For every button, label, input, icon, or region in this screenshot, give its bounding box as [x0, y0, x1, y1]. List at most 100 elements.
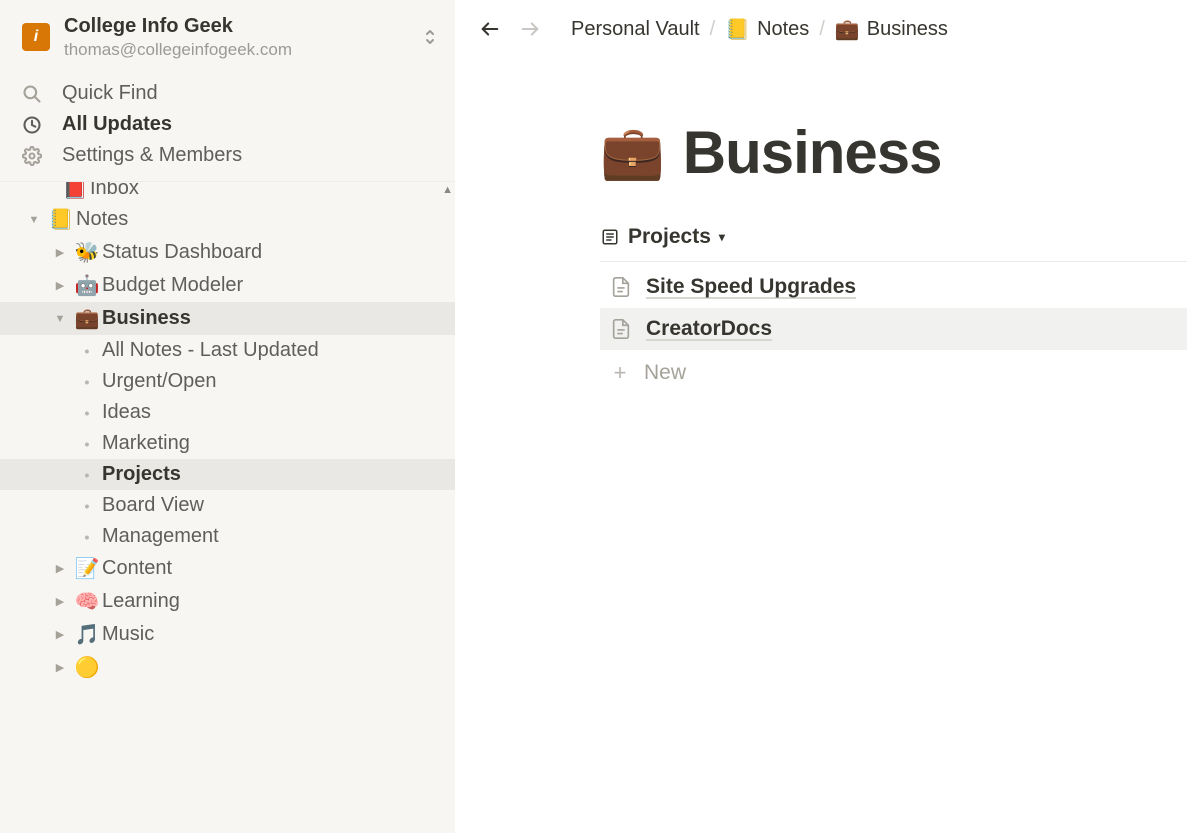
gear-icon — [22, 146, 50, 166]
workspace-email: thomas@collegeinfogeek.com — [64, 40, 423, 60]
learning-label: Learning — [102, 590, 180, 613]
quick-find-label: Quick Find — [62, 82, 158, 105]
crumb-business-label: Business — [867, 18, 948, 41]
chevron-right-icon[interactable]: ▶ — [48, 661, 72, 674]
chevron-right-icon[interactable]: ▶ — [48, 279, 72, 292]
budget-modeler-label: Budget Modeler — [102, 274, 243, 297]
all-updates-button[interactable]: All Updates — [0, 109, 455, 140]
crumb-personal-vault-label: Personal Vault — [571, 18, 700, 41]
breadcrumb-separator: / — [819, 18, 825, 41]
bullet-icon: • — [72, 343, 102, 359]
all-notes-label: All Notes - Last Updated — [102, 339, 319, 362]
crumb-notes[interactable]: 📒 Notes — [725, 17, 809, 42]
sidebar-item-urgent[interactable]: • Urgent/Open — [0, 366, 455, 397]
page-icon — [610, 276, 632, 298]
briefcase-icon: 💼 — [72, 306, 102, 331]
list-item-label: Site Speed Upgrades — [646, 275, 856, 299]
bee-icon: 🐝 — [72, 240, 102, 265]
marketing-label: Marketing — [102, 432, 190, 455]
crumb-business[interactable]: 💼 Business — [835, 17, 948, 42]
notes-icon: 📒 — [46, 207, 76, 232]
workspace-logo: i — [22, 23, 50, 51]
list-item-creator-docs[interactable]: CreatorDocs — [600, 308, 1187, 350]
sidebar-item-learning[interactable]: ▶ 🧠 Learning — [0, 585, 455, 618]
chevron-down-icon[interactable]: ▼ — [22, 214, 46, 226]
chevron-right-icon[interactable]: ▶ — [48, 595, 72, 608]
settings-button[interactable]: Settings & Members — [0, 140, 455, 171]
nav-forward-button[interactable] — [515, 14, 545, 44]
crumb-notes-label: Notes — [757, 18, 809, 41]
search-icon — [22, 84, 50, 104]
notes-icon: 📒 — [725, 17, 750, 42]
page-body: 💼 Business Projects ▾ Site Speed Upgrade… — [600, 58, 1187, 396]
urgent-label: Urgent/Open — [102, 370, 217, 393]
quick-find-button[interactable]: Quick Find — [0, 78, 455, 109]
sidebar-item-partial[interactable]: ▶ 🟡 — [0, 651, 455, 684]
clock-icon — [22, 115, 50, 135]
page-title-row: 💼 Business — [600, 118, 1187, 187]
sidebar-item-content[interactable]: ▶ 📝 Content — [0, 552, 455, 585]
sidebar-item-business[interactable]: ▼ 💼 Business — [0, 302, 455, 335]
chevron-right-icon[interactable]: ▶ — [48, 246, 72, 259]
briefcase-icon: 💼 — [835, 17, 860, 42]
sidebar-item-board-view[interactable]: • Board View — [0, 490, 455, 521]
sidebar: i College Info Geek thomas@collegeinfoge… — [0, 0, 455, 833]
expand-collapse-icon[interactable] — [423, 28, 437, 46]
bullet-icon: • — [72, 467, 102, 483]
new-label: New — [644, 361, 686, 385]
sidebar-item-management[interactable]: • Management — [0, 521, 455, 552]
scroll-up-arrow-icon: ▲ — [442, 184, 453, 196]
sidebar-item-inbox[interactable]: 📕 Inbox — [0, 182, 455, 203]
sidebar-item-all-notes[interactable]: • All Notes - Last Updated — [0, 335, 455, 366]
sidebar-item-music[interactable]: ▶ 🎵 Music — [0, 618, 455, 651]
sidebar-item-status-dashboard[interactable]: ▶ 🐝 Status Dashboard — [0, 236, 455, 269]
business-label: Business — [102, 307, 191, 330]
workspace-switcher[interactable]: i College Info Geek thomas@collegeinfoge… — [0, 0, 455, 74]
sidebar-item-notes[interactable]: ▼ 📒 Notes — [0, 203, 455, 236]
board-view-label: Board View — [102, 494, 204, 517]
music-label: Music — [102, 623, 154, 646]
workspace-info: College Info Geek thomas@collegeinfogeek… — [64, 14, 423, 60]
bullet-icon: • — [72, 405, 102, 421]
status-dashboard-label: Status Dashboard — [102, 241, 262, 264]
notes-label: Notes — [76, 208, 128, 231]
sidebar-item-projects[interactable]: • Projects — [0, 459, 455, 490]
brain-icon: 🧠 — [72, 589, 102, 614]
sidebar-item-marketing[interactable]: • Marketing — [0, 428, 455, 459]
sidebar-item-budget-modeler[interactable]: ▶ 🤖 Budget Modeler — [0, 269, 455, 302]
list-icon — [600, 227, 620, 247]
list-item-site-speed[interactable]: Site Speed Upgrades — [600, 266, 1187, 308]
chevron-right-icon[interactable]: ▶ — [48, 628, 72, 641]
projects-label: Projects — [102, 463, 181, 486]
view-label: Projects — [628, 225, 711, 249]
chevron-down-icon[interactable]: ▼ — [48, 313, 72, 325]
crumb-personal-vault[interactable]: Personal Vault — [571, 18, 700, 41]
chevron-down-icon: ▾ — [719, 230, 725, 244]
new-item-button[interactable]: + New — [600, 350, 1187, 396]
chevron-right-icon[interactable]: ▶ — [48, 562, 72, 575]
page-title[interactable]: Business — [683, 118, 942, 187]
all-updates-label: All Updates — [62, 113, 172, 136]
view-selector[interactable]: Projects ▾ — [600, 225, 1187, 262]
music-icon: 🎵 — [72, 622, 102, 647]
bullet-icon: • — [72, 436, 102, 452]
content-label: Content — [102, 557, 172, 580]
ideas-label: Ideas — [102, 401, 151, 424]
top-nav: Quick Find All Updates Settings & Member… — [0, 74, 455, 182]
breadcrumb: Personal Vault / 📒 Notes / 💼 Business — [455, 0, 1187, 58]
breadcrumb-separator: / — [710, 18, 716, 41]
management-label: Management — [102, 525, 219, 548]
list-item-label: CreatorDocs — [646, 317, 772, 341]
memo-icon: 📝 — [72, 556, 102, 581]
page-tree[interactable]: ▲ 📕 Inbox ▼ 📒 Notes ▶ 🐝 Status Dashboard… — [0, 182, 455, 833]
nav-back-button[interactable] — [475, 14, 505, 44]
sidebar-item-ideas[interactable]: • Ideas — [0, 397, 455, 428]
main-content: Personal Vault / 📒 Notes / 💼 Business 💼 … — [455, 0, 1187, 833]
plus-icon: + — [610, 360, 630, 386]
unknown-icon: 🟡 — [72, 655, 102, 680]
page-icon[interactable]: 💼 — [600, 122, 665, 183]
bullet-icon: • — [72, 529, 102, 545]
inbox-label: Inbox — [90, 182, 139, 200]
bullet-icon: • — [72, 374, 102, 390]
content-list: Site Speed Upgrades CreatorDocs + New — [600, 266, 1187, 396]
